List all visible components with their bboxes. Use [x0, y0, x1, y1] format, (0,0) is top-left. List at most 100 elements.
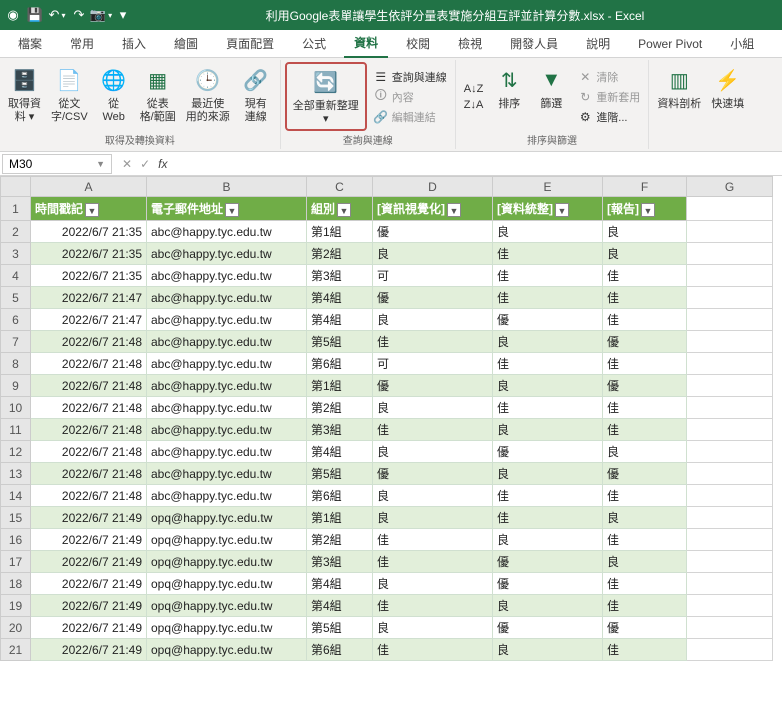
tab-team[interactable]: 小組: [720, 30, 764, 57]
edit-links-button[interactable]: 🔗編輯連結: [371, 108, 449, 126]
cell-email[interactable]: opq@happy.tyc.edu.tw: [147, 595, 307, 617]
cell-report[interactable]: 良: [603, 441, 687, 463]
cell-group[interactable]: 第5組: [307, 617, 373, 639]
cell-infovis[interactable]: 優: [373, 463, 493, 485]
cell-timestamp[interactable]: 2022/6/7 21:48: [31, 441, 147, 463]
from-text-csv-button[interactable]: 📄 從文字/CSV: [47, 62, 92, 131]
cell-dataorg[interactable]: 優: [493, 309, 603, 331]
cell-dataorg[interactable]: 佳: [493, 507, 603, 529]
filter-dropdown-icon[interactable]: ▼: [225, 203, 239, 217]
cell-dataorg[interactable]: 佳: [493, 265, 603, 287]
tab-review[interactable]: 校閱: [396, 30, 440, 57]
row-header[interactable]: 6: [1, 309, 31, 331]
cell-infovis[interactable]: 良: [373, 243, 493, 265]
row-header[interactable]: 5: [1, 287, 31, 309]
cell-dataorg[interactable]: 良: [493, 595, 603, 617]
filter-dropdown-icon[interactable]: ▼: [555, 203, 569, 217]
cell-timestamp[interactable]: 2022/6/7 21:35: [31, 243, 147, 265]
cell-timestamp[interactable]: 2022/6/7 21:48: [31, 463, 147, 485]
filter-dropdown-icon[interactable]: ▼: [447, 203, 461, 217]
cell-dataorg[interactable]: 佳: [493, 353, 603, 375]
cell-group[interactable]: 第6組: [307, 353, 373, 375]
cell-infovis[interactable]: 可: [373, 353, 493, 375]
cell-report[interactable]: 優: [603, 617, 687, 639]
fx-icon[interactable]: fx: [158, 157, 167, 171]
cell-group[interactable]: 第4組: [307, 595, 373, 617]
cell-group[interactable]: 第2組: [307, 397, 373, 419]
cell-group[interactable]: 第4組: [307, 309, 373, 331]
cell-group[interactable]: 第2組: [307, 243, 373, 265]
cell-dataorg[interactable]: 佳: [493, 397, 603, 419]
recent-sources-button[interactable]: 🕒 最近使用的來源: [182, 62, 234, 131]
queries-connections-button[interactable]: ☰查詢與連線: [371, 68, 449, 86]
cell-infovis[interactable]: 佳: [373, 529, 493, 551]
cell-email[interactable]: opq@happy.tyc.edu.tw: [147, 551, 307, 573]
tab-insert[interactable]: 插入: [112, 30, 156, 57]
cell-infovis[interactable]: 佳: [373, 595, 493, 617]
table-header-email[interactable]: 電子郵件地址▼: [147, 197, 307, 221]
row-header[interactable]: 10: [1, 397, 31, 419]
cell-dataorg[interactable]: 優: [493, 441, 603, 463]
filter-dropdown-icon[interactable]: ▼: [641, 203, 655, 217]
cell-report[interactable]: 佳: [603, 573, 687, 595]
row-header[interactable]: 7: [1, 331, 31, 353]
cell-timestamp[interactable]: 2022/6/7 21:48: [31, 375, 147, 397]
cell-report[interactable]: 佳: [603, 397, 687, 419]
row-header[interactable]: 1: [1, 197, 31, 221]
tab-help[interactable]: 說明: [576, 30, 620, 57]
cell-group[interactable]: 第4組: [307, 573, 373, 595]
cell-report[interactable]: 優: [603, 375, 687, 397]
cell-email[interactable]: abc@happy.tyc.edu.tw: [147, 243, 307, 265]
cell-timestamp[interactable]: 2022/6/7 21:49: [31, 617, 147, 639]
save-icon[interactable]: 💾: [26, 6, 44, 24]
cell-group[interactable]: 第5組: [307, 331, 373, 353]
cell-timestamp[interactable]: 2022/6/7 21:48: [31, 419, 147, 441]
cell-infovis[interactable]: 佳: [373, 639, 493, 661]
cell-timestamp[interactable]: 2022/6/7 21:48: [31, 331, 147, 353]
cell-report[interactable]: 優: [603, 463, 687, 485]
cell-email[interactable]: abc@happy.tyc.edu.tw: [147, 485, 307, 507]
cell-group[interactable]: 第6組: [307, 639, 373, 661]
cell-group[interactable]: 第1組: [307, 375, 373, 397]
row-header[interactable]: 3: [1, 243, 31, 265]
cell-infovis[interactable]: 良: [373, 573, 493, 595]
row-header[interactable]: 16: [1, 529, 31, 551]
cell-dataorg[interactable]: 佳: [493, 287, 603, 309]
cell-dataorg[interactable]: 良: [493, 331, 603, 353]
cell-timestamp[interactable]: 2022/6/7 21:49: [31, 551, 147, 573]
sort-az-button[interactable]: A↓Z: [462, 82, 486, 96]
formula-bar[interactable]: [175, 162, 782, 166]
undo-icon[interactable]: ↶▾: [48, 6, 66, 24]
cell-report[interactable]: 佳: [603, 265, 687, 287]
cell-report[interactable]: 佳: [603, 485, 687, 507]
cell-email[interactable]: opq@happy.tyc.edu.tw: [147, 507, 307, 529]
cell-timestamp[interactable]: 2022/6/7 21:35: [31, 265, 147, 287]
from-web-button[interactable]: 🌐 從Web: [94, 62, 134, 131]
cell-timestamp[interactable]: 2022/6/7 21:49: [31, 595, 147, 617]
cell-report[interactable]: 良: [603, 221, 687, 243]
cell-timestamp[interactable]: 2022/6/7 21:49: [31, 573, 147, 595]
cell-report[interactable]: 佳: [603, 419, 687, 441]
col-header-C[interactable]: C: [307, 177, 373, 197]
redo-icon[interactable]: ↷: [70, 6, 88, 24]
get-data-button[interactable]: 🗄️ 取得資料 ▾: [4, 62, 45, 131]
sort-za-button[interactable]: Z↓A: [462, 98, 486, 112]
cell-report[interactable]: 優: [603, 331, 687, 353]
tab-formulas[interactable]: 公式: [292, 30, 336, 57]
cell-group[interactable]: 第1組: [307, 221, 373, 243]
filter-dropdown-icon[interactable]: ▼: [85, 203, 99, 217]
from-table-button[interactable]: ▦ 從表格/範圍: [136, 62, 180, 131]
row-header[interactable]: 20: [1, 617, 31, 639]
cell-email[interactable]: opq@happy.tyc.edu.tw: [147, 617, 307, 639]
tab-view[interactable]: 檢視: [448, 30, 492, 57]
cell-email[interactable]: abc@happy.tyc.edu.tw: [147, 419, 307, 441]
cell-email[interactable]: opq@happy.tyc.edu.tw: [147, 573, 307, 595]
table-header-infovis[interactable]: [資訊視覺化]▼: [373, 197, 493, 221]
cell-timestamp[interactable]: 2022/6/7 21:48: [31, 485, 147, 507]
col-header-A[interactable]: A: [31, 177, 147, 197]
cell-timestamp[interactable]: 2022/6/7 21:47: [31, 287, 147, 309]
row-header[interactable]: 18: [1, 573, 31, 595]
existing-connections-button[interactable]: 🔗 現有連線: [236, 62, 276, 131]
cell-report[interactable]: 良: [603, 507, 687, 529]
cell-dataorg[interactable]: 優: [493, 617, 603, 639]
